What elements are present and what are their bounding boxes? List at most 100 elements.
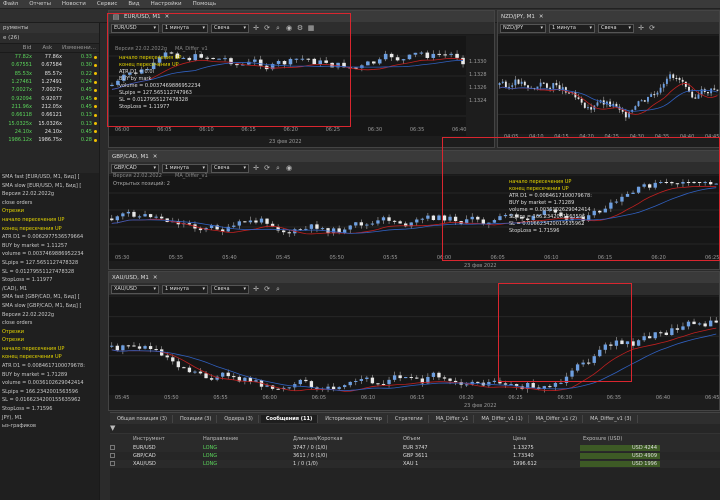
zoom-icon[interactable]: ⌕ xyxy=(274,164,282,172)
tab-4[interactable]: Исторический тестер xyxy=(320,414,388,423)
symbol-select[interactable]: GBP/CAD ▾ xyxy=(111,163,159,173)
candle xyxy=(431,53,436,58)
price-chart-xauusd[interactable] xyxy=(109,297,719,395)
chart-window-gbpcad[interactable]: GBP/CAD, M1 ✕ GBP/CAD ▾ 1 минута ▾ Свеча ▾ ✛… xyxy=(108,150,720,270)
close-icon[interactable]: ✕ xyxy=(153,275,158,281)
tab-7[interactable]: MA_Differ_v1 (1) xyxy=(476,414,529,423)
candle xyxy=(498,380,502,384)
candle xyxy=(669,74,672,79)
price-chart-nzdjpy[interactable] xyxy=(498,36,719,134)
candle xyxy=(714,183,718,185)
eye-icon[interactable]: ◉ xyxy=(285,164,293,172)
chart-window-nzdjpy[interactable]: NZD/JPY, M1 ✕ NZD/JPY ▾ 1 минута ▾ Свеча ▾ ✛… xyxy=(497,10,720,148)
tab-9[interactable]: MA_Differ_v1 (3) xyxy=(585,414,638,423)
quote-row[interactable]: 15.0325x 15.0326x 0.13 xyxy=(0,119,99,127)
crosshair-icon[interactable]: ✛ xyxy=(252,285,260,293)
table-row[interactable]: XAU/USD LONG 1 / 0 (1/0) XAU 1 1996.612 USD 1… xyxy=(110,460,720,468)
quote-row[interactable]: 24.10x 24.10x 0.45 xyxy=(0,128,99,136)
zoom-icon[interactable]: ⌕ xyxy=(274,285,282,293)
candle xyxy=(545,83,548,88)
tab-0[interactable]: Общая позиция (3) xyxy=(112,414,173,423)
candle xyxy=(662,83,665,88)
close-icon[interactable]: ✕ xyxy=(153,154,158,160)
price-chart-gbpcad[interactable] xyxy=(109,176,719,261)
settings-icon[interactable]: ⚙ xyxy=(296,24,304,32)
tab-6[interactable]: MA_Differ_v1 xyxy=(431,414,475,423)
menu-item[interactable]: Новости xyxy=(62,1,86,7)
timeframe-select[interactable]: 1 минута ▾ xyxy=(549,23,595,33)
row-checkbox[interactable] xyxy=(110,444,120,452)
refresh-icon[interactable]: ⟳ xyxy=(263,164,271,172)
refresh-icon[interactable]: ⟳ xyxy=(263,285,271,293)
menu-item[interactable]: Файл xyxy=(3,1,18,7)
quote-cell: 0.45 xyxy=(80,103,92,110)
candle xyxy=(625,193,630,197)
quote-row[interactable]: 0.67551 0.67584 0.30 xyxy=(0,61,99,69)
charttype-select[interactable]: Свеча ▾ xyxy=(211,284,249,294)
chart-toolbar: NZD/JPY ▾ 1 минута ▾ Свеча ▾ ✛ ⟳ xyxy=(498,22,719,35)
zoom-icon[interactable]: ⌕ xyxy=(274,24,282,32)
candle xyxy=(707,91,709,94)
quote-row[interactable]: 7.0027x 7.0027x 0.45 xyxy=(0,86,99,94)
quote-row[interactable]: 1.27461 1.27491 0.24 xyxy=(0,78,99,86)
timeframe-select[interactable]: 1 минута ▾ xyxy=(162,163,208,173)
quote-cell: 85.53x xyxy=(14,70,32,77)
log-line: SL = 0.0166234200155635962 xyxy=(2,397,81,404)
moving-average-line xyxy=(499,83,718,115)
candle xyxy=(370,223,375,225)
timeframe-select[interactable]: 1 минута ▾ xyxy=(162,23,208,33)
left-tabs[interactable]: е (26) xyxy=(0,33,99,44)
quote-row[interactable]: 85.53x 85.57x 0.22 xyxy=(0,70,99,78)
tab-favorites[interactable]: е (26) xyxy=(3,35,19,41)
chart-window-xauusd[interactable]: XAU/USD, M1 ✕ XAU/USD ▾ 1 минута ▾ Свеча ▾ ✛… xyxy=(108,271,720,411)
refresh-icon[interactable]: ⟳ xyxy=(648,24,656,32)
time-tick: 06:40 xyxy=(452,127,467,133)
candle xyxy=(598,210,602,213)
crosshair-icon[interactable]: ✛ xyxy=(252,24,260,32)
row-checkbox[interactable] xyxy=(110,452,120,460)
candle xyxy=(318,60,323,65)
menu-item[interactable]: Настройки xyxy=(151,1,182,7)
filter-icon[interactable]: ▼ xyxy=(110,424,115,432)
symbol-select[interactable]: EUR/USD ▾ xyxy=(111,23,159,33)
row-checkbox[interactable] xyxy=(110,460,120,468)
menu-item[interactable]: Помощь xyxy=(193,1,216,7)
close-icon[interactable]: ✕ xyxy=(165,14,170,20)
time-tick: 06:00 xyxy=(436,255,452,261)
candle xyxy=(686,321,691,327)
refresh-icon[interactable]: ⟳ xyxy=(263,24,271,32)
table-row[interactable]: EUR/USD LONG 3747 / 0 (1/0) EUR 3747 1.13275… xyxy=(110,444,720,452)
quote-row[interactable]: 0.66118 0.66121 0.13 xyxy=(0,111,99,119)
quote-row[interactable]: 1986.12x 1986.75x 0.28 xyxy=(0,136,99,144)
tab-3[interactable]: Сообщения (11) xyxy=(260,414,319,423)
symbol-select[interactable]: XAU/USD ▾ xyxy=(111,284,159,294)
charttype-select[interactable]: Свеча ▾ xyxy=(211,23,249,33)
chart-window-eurusd[interactable]: ▤ EUR/USD, M1 ✕ EUR/USD ▾ 1 минута ▾ Свеча ▾ … xyxy=(108,10,495,148)
symbol-select[interactable]: NZD/JPY ▾ xyxy=(500,23,546,33)
menu-item[interactable]: Отчеты xyxy=(29,1,51,7)
tab-2[interactable]: Ордера (3) xyxy=(219,414,259,423)
candle xyxy=(581,362,585,365)
quote-row[interactable]: 0.92094 0.92077 0.45 xyxy=(0,94,99,102)
tab-1[interactable]: Позиции (3) xyxy=(175,414,218,423)
timeframe-select[interactable]: 1 минута ▾ xyxy=(162,284,208,294)
crosshair-icon[interactable]: ✛ xyxy=(252,164,260,172)
tab-8[interactable]: MA_Differ_v1 (2) xyxy=(531,414,584,423)
candle xyxy=(549,87,552,89)
candle xyxy=(148,346,153,350)
annotation-line: конец пересечения UP xyxy=(509,186,569,192)
moving-average-line xyxy=(111,333,717,391)
quote-row[interactable]: 211.96x 212.05x 0.45 xyxy=(0,103,99,111)
charttype-select[interactable]: Свеча ▾ xyxy=(211,163,249,173)
crosshair-icon[interactable]: ✛ xyxy=(637,24,645,32)
close-icon[interactable]: ✕ xyxy=(539,14,544,20)
table-row[interactable]: GBP/CAD LONG 3611 / 0 (1/0) GBP 3611 1.73340… xyxy=(110,452,720,460)
tab-5[interactable]: Стратегии xyxy=(390,414,429,423)
quote-row[interactable]: 77.82x 77.86x 0.33 xyxy=(0,53,99,61)
candle xyxy=(419,52,424,54)
grid-icon[interactable]: ▦ xyxy=(307,24,315,32)
menu-item[interactable]: Сервис xyxy=(97,1,118,7)
menu-item[interactable]: Вид xyxy=(128,1,139,7)
charttype-select[interactable]: Свеча ▾ xyxy=(598,23,634,33)
eye-icon[interactable]: ◉ xyxy=(285,24,293,32)
